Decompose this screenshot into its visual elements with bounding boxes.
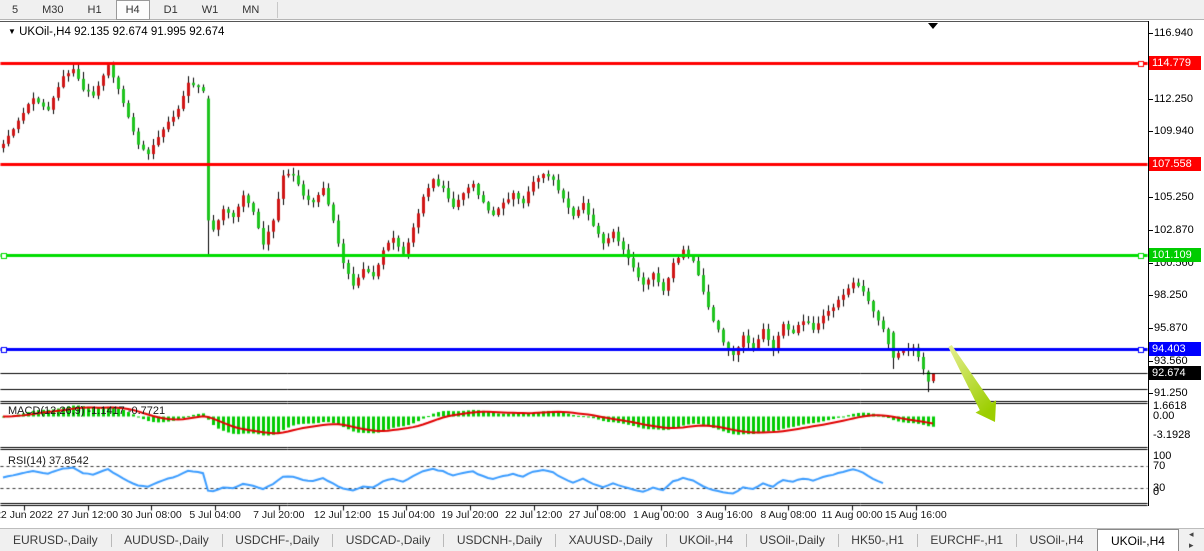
tab-usoil-daily[interactable]: USOil-,Daily (747, 529, 838, 551)
timeframe-button-w1[interactable]: W1 (192, 0, 229, 20)
chart-symbol: UKOil-,H4 (19, 26, 71, 38)
tab-usoil-h4[interactable]: USOil-,H4 (1017, 529, 1097, 551)
toolbar-separator (277, 2, 278, 18)
level-price-label: 92.674 (1149, 366, 1201, 380)
price-chart-canvas[interactable] (0, 21, 1148, 527)
macd-scale-label: 0.00 (1153, 410, 1174, 422)
price-tick-label: 95.870 (1154, 322, 1188, 335)
price-tick-label: 116.940 (1154, 27, 1193, 40)
tab-ukoil-h4[interactable]: UKOil-,H4 (666, 529, 746, 551)
price-tick-label: 109.940 (1154, 125, 1194, 138)
price-tick-label: 98.250 (1154, 289, 1188, 302)
rsi-scale-label: 70 (1153, 460, 1165, 472)
timeframe-button-d1[interactable]: D1 (154, 0, 188, 20)
chart-title: ▼ UKOil-,H4 92.135 92.674 91.995 92.674 (8, 26, 224, 38)
rsi-label: RSI(14) 37.8542 (8, 455, 89, 467)
last-bar-marker-icon (928, 23, 938, 29)
date-tick-label: 30 Jun 08:00 (121, 509, 182, 521)
tab-usdchf-daily[interactable]: USDCHF-,Daily (222, 529, 332, 551)
chart-ohlc-values: 92.135 92.674 91.995 92.674 (74, 26, 224, 38)
rsi-scale-label: 0 (1153, 486, 1159, 498)
date-tick-label: 27 Jul 08:00 (569, 509, 626, 521)
price-tick-label: 105.250 (1154, 191, 1194, 204)
date-tick-label: 22 Jul 12:00 (505, 509, 562, 521)
date-tick-label: 1 Aug 00:00 (633, 509, 689, 521)
timeframe-button-5[interactable]: 5 (2, 0, 28, 20)
date-tick-label: 27 Jun 12:00 (57, 509, 118, 521)
macd-label: MACD(12,26,9) -1.1417 -0.7721 (8, 405, 165, 417)
date-tick-label: 8 Aug 08:00 (760, 509, 816, 521)
price-tick-label: 91.250 (1154, 387, 1188, 400)
date-tick-label: 7 Jul 20:00 (253, 509, 304, 521)
tab-hk50-h1[interactable]: HK50-,H1 (838, 529, 917, 551)
tab-eurusd-daily[interactable]: EURUSD-,Daily (0, 529, 111, 551)
trend-arrow-annotation[interactable] (930, 335, 1020, 440)
date-tick-label: 19 Jul 20:00 (441, 509, 498, 521)
price-tick-label: 112.250 (1154, 93, 1193, 106)
timeframe-button-mn[interactable]: MN (232, 0, 269, 20)
level-price-label: 114.779 (1149, 56, 1201, 70)
date-tick-label: 5 Jul 04:00 (189, 509, 240, 521)
timeframe-button-m30[interactable]: M30 (32, 0, 73, 20)
tab-xauusd-daily[interactable]: XAUUSD-,Daily (556, 529, 666, 551)
price-tick-label: 102.870 (1154, 224, 1194, 237)
tab-usdcnh-daily[interactable]: USDCNH-,Daily (444, 529, 555, 551)
tab-scroll-arrows[interactable]: ◂ ▸ (1179, 529, 1204, 551)
level-price-label: 94.403 (1149, 342, 1201, 356)
tab-audusd-daily[interactable]: AUDUSD-,Daily (111, 529, 222, 551)
chevron-down-icon[interactable]: ▼ (8, 27, 16, 36)
date-tick-label: 3 Aug 16:00 (697, 509, 753, 521)
tab-usdcad-daily[interactable]: USDCAD-,Daily (333, 529, 444, 551)
date-tick-label: 11 Aug 00:00 (822, 509, 883, 521)
trading-terminal: 5M30H1H4D1W1MN ▼ UKOil-,H4 92.135 92.674… (0, 0, 1204, 551)
date-tick-label: 12 Jul 12:00 (314, 509, 371, 521)
timeframe-button-h1[interactable]: H1 (78, 0, 112, 20)
date-tick-label: 15 Jul 04:00 (378, 509, 435, 521)
macd-scale-label: -3.1928 (1153, 429, 1190, 441)
tab-eurchf-h1[interactable]: EURCHF-,H1 (917, 529, 1016, 551)
timeframe-toolbar: 5M30H1H4D1W1MN (0, 0, 1204, 20)
date-tick-label: 15 Aug 16:00 (885, 509, 947, 521)
tab-ukoil-h4[interactable]: UKOil-,H4 (1097, 529, 1179, 551)
level-price-label: 107.558 (1149, 157, 1201, 171)
symbol-tab-bar: EURUSD-,DailyAUDUSD-,DailyUSDCHF-,DailyU… (0, 528, 1204, 551)
date-tick-label: 22 Jun 2022 (0, 509, 53, 521)
timeframe-button-h4[interactable]: H4 (116, 0, 150, 20)
level-price-label: 101.109 (1149, 248, 1201, 262)
